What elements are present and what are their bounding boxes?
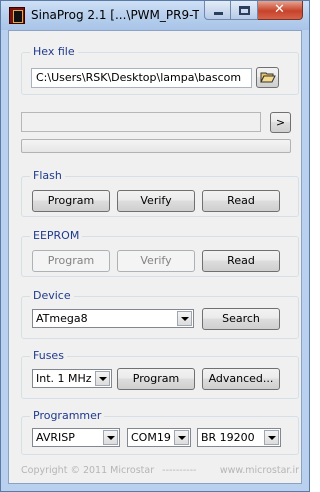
client-area: Hex file C:\Users\RSK\Desktop\lampa\basc… <box>8 30 302 484</box>
device-selected-value: ATmega8 <box>36 312 88 325</box>
hex-file-path-field[interactable]: C:\Users\RSK\Desktop\lampa\bascom <box>31 68 252 88</box>
website-link[interactable]: www.microstar.ir <box>220 465 299 476</box>
hex-file-label: Hex file <box>30 45 78 59</box>
device-select[interactable]: ATmega8 <box>32 309 194 328</box>
programmer-port-select[interactable]: COM19 <box>127 428 191 447</box>
eeprom-read-button[interactable]: Read <box>202 250 280 272</box>
progress-bar <box>21 139 291 153</box>
chevron-down-icon[interactable] <box>103 430 118 445</box>
close-button[interactable]: ✕ <box>258 1 303 20</box>
next-button[interactable]: > <box>270 112 291 133</box>
copyright-text: Copyright © 2011 Microstar <box>21 465 155 476</box>
programmer-baud-select[interactable]: BR 19200 <box>197 428 281 447</box>
caption-buttons: ✕ <box>204 1 303 21</box>
chevron-down-icon[interactable] <box>174 430 189 445</box>
minimize-icon <box>214 12 223 15</box>
flash-program-button[interactable]: Program <box>32 190 110 212</box>
device-label: Device <box>30 289 74 303</box>
chevron-down-icon[interactable] <box>177 311 192 326</box>
window-title: SinaProg 2.1 [...\PWM_PR9-T... <box>31 8 199 22</box>
footer-separator: ---------- <box>162 465 197 476</box>
fuses-program-button[interactable]: Program <box>117 368 195 390</box>
programmer-label: Programmer <box>30 409 105 423</box>
chevron-down-icon[interactable] <box>95 371 110 386</box>
minimize-button[interactable] <box>204 1 231 20</box>
fuses-label: Fuses <box>30 349 67 363</box>
programmer-type-select[interactable]: AVRISP <box>32 428 120 447</box>
chip-icon[interactable] <box>9 7 25 24</box>
flash-label: Flash <box>30 169 65 183</box>
fuses-selected-value: Int. 1 MHz <box>36 372 92 385</box>
window-frame: Hex file C:\Users\RSK\Desktop\lampa\basc… <box>0 30 310 492</box>
close-icon: ✕ <box>274 2 285 17</box>
eeprom-program-button[interactable]: Program <box>32 250 110 272</box>
browse-button[interactable] <box>256 67 279 88</box>
maximize-button[interactable] <box>231 1 258 20</box>
fuses-advanced-button[interactable]: Advanced... <box>202 368 280 390</box>
title-bar[interactable]: SinaProg 2.1 [...\PWM_PR9-T... ✕ <box>0 0 310 30</box>
fuses-select[interactable]: Int. 1 MHz <box>32 369 112 388</box>
footer: Copyright © 2011 Microstar ---------- www.… <box>21 465 299 476</box>
eeprom-verify-button[interactable]: Verify <box>117 250 195 272</box>
programmer-port-value: COM19 <box>131 431 171 444</box>
programmer-baud-value: BR 19200 <box>201 431 255 444</box>
flash-verify-button[interactable]: Verify <box>117 190 195 212</box>
chevron-down-icon[interactable] <box>264 430 279 445</box>
device-search-button[interactable]: Search <box>202 308 280 330</box>
maximize-icon <box>239 6 250 15</box>
flash-read-button[interactable]: Read <box>202 190 280 212</box>
programmer-type-value: AVRISP <box>36 431 75 444</box>
folder-open-icon <box>259 72 276 83</box>
status-message-field <box>21 112 261 132</box>
eeprom-label: EEPROM <box>30 229 83 243</box>
